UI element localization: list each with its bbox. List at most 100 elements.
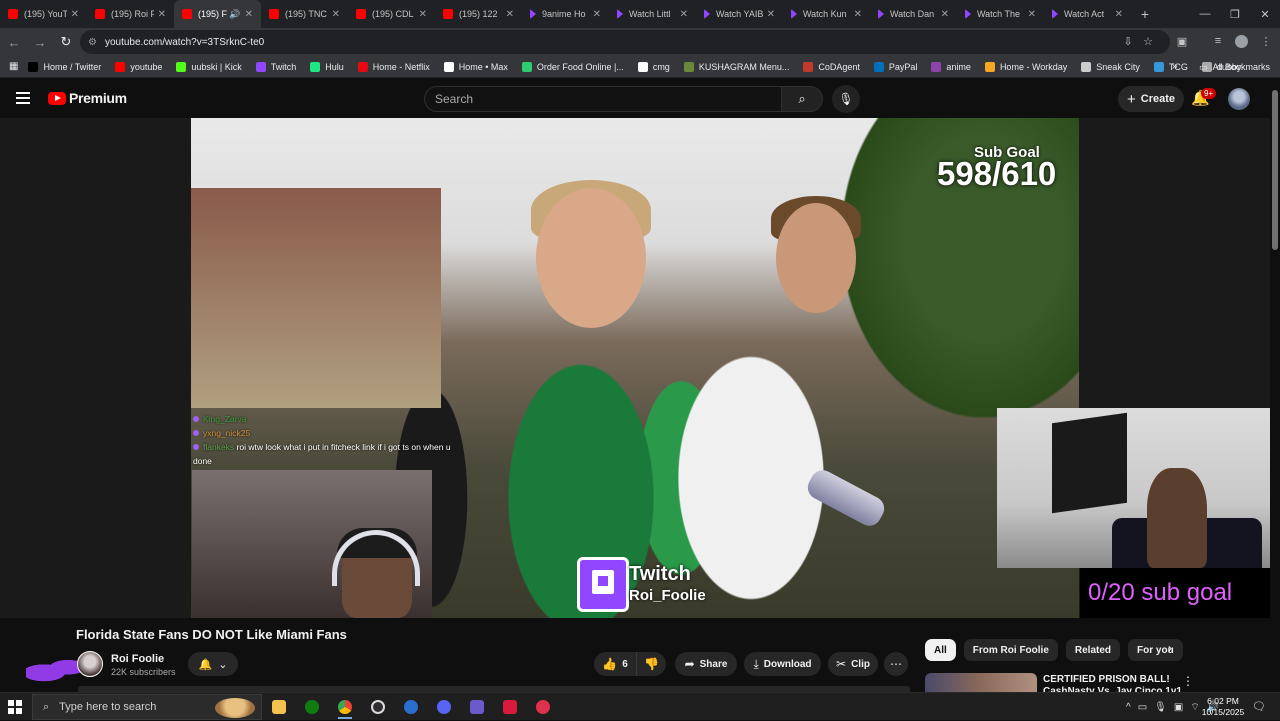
share-button[interactable]: ➦ Share	[675, 652, 737, 676]
channel-name[interactable]: Roi Foolie	[111, 653, 164, 665]
notification-center-icon[interactable]: 🗨	[1252, 700, 1266, 713]
reload-icon[interactable]: ↻	[54, 30, 78, 54]
windows-start-icon[interactable]	[8, 700, 22, 714]
browser-tab[interactable]: Watch Littl ✕	[609, 0, 696, 28]
browser-tab[interactable]: (195) Roi Foolie ✕	[87, 0, 174, 28]
app-red-icon[interactable]	[497, 695, 523, 719]
recommendation-title[interactable]: CERTIFIED PRISON BALL! CashNasty Vs. Jay…	[1043, 674, 1183, 694]
bookmark-item[interactable]: uubski | Kick	[176, 61, 242, 72]
site-info-icon[interactable]: ⚙	[88, 37, 97, 48]
close-tab-icon[interactable]: ✕	[680, 9, 688, 20]
taskbar-search-input[interactable]: ⌕ Type here to search	[32, 694, 262, 720]
chip-from-channel[interactable]: From Roi Foolie	[963, 639, 1058, 661]
bookmark-item[interactable]: Home - Netflix	[357, 61, 430, 72]
network-icon[interactable]: ▭	[1138, 702, 1147, 713]
download-button[interactable]: ⤓ Download	[744, 652, 821, 676]
bookmark-item[interactable]: Home - Workday	[984, 61, 1067, 72]
bookmark-item[interactable]: youtube	[115, 61, 162, 72]
bookmark-star-icon[interactable]: ☆	[1137, 30, 1159, 52]
media-player-icon[interactable]	[530, 695, 556, 719]
create-button[interactable]: + Create	[1118, 86, 1184, 112]
chip-related[interactable]: Related	[1065, 639, 1121, 661]
close-tab-icon[interactable]: ✕	[245, 9, 253, 20]
notification-settings-button[interactable]: 🔔 ⌄	[188, 652, 238, 676]
close-tab-icon[interactable]: ✕	[941, 9, 949, 20]
channel-avatar[interactable]	[77, 651, 103, 677]
browser-tab[interactable]: (195) CDL ✕	[348, 0, 435, 28]
more-bookmarks-icon[interactable]: »	[1172, 61, 1178, 72]
wifi-icon[interactable]: ⌔	[1190, 701, 1199, 714]
install-app-icon[interactable]: ⇩	[1117, 30, 1139, 52]
bookmark-item[interactable]: Order Food Online |...	[521, 61, 624, 72]
browser-tab[interactable]: Watch Dan ✕	[870, 0, 957, 28]
guide-menu-icon[interactable]	[16, 92, 30, 104]
more-vertical-icon[interactable]: ⋮	[1182, 674, 1194, 688]
discord-icon[interactable]	[431, 695, 457, 719]
bookmark-item[interactable]: KUSHAGRAM Menu...	[683, 61, 789, 72]
browser-tab[interactable]: 9anime Ho ✕	[522, 0, 609, 28]
bookmark-item[interactable]: Hulu	[310, 61, 344, 72]
voice-search-button[interactable]: 🎙	[832, 85, 860, 113]
chrome-menu-icon[interactable]: ⋮	[1255, 30, 1277, 52]
minimize-icon[interactable]: —	[1190, 0, 1220, 28]
obs-icon[interactable]	[365, 695, 391, 719]
restore-icon[interactable]: ❐	[1220, 0, 1250, 28]
page-scrollbar[interactable]	[1270, 80, 1280, 688]
browser-tab[interactable]: Watch Kun ✕	[783, 0, 870, 28]
close-tab-icon[interactable]: ✕	[419, 9, 427, 20]
youtube-logo-icon[interactable]	[48, 92, 66, 105]
account-avatar[interactable]	[1228, 88, 1250, 110]
close-tab-icon[interactable]: ✕	[1115, 9, 1123, 20]
forward-icon[interactable]: →	[28, 30, 52, 54]
chip-for-you[interactable]: For you	[1128, 639, 1183, 661]
bookmark-item[interactable]: cmg	[637, 61, 670, 72]
new-tab-icon[interactable]: +	[1131, 0, 1159, 28]
browser-tab[interactable]: Watch YAIB ✕	[696, 0, 783, 28]
tab-audio-icon[interactable]: 🔊	[229, 9, 240, 20]
recommendation-thumbnail[interactable]	[925, 673, 1037, 693]
back-icon[interactable]: ←	[2, 30, 26, 54]
microphone-icon[interactable]: 🎙	[1154, 702, 1167, 713]
close-tab-icon[interactable]: ✕	[332, 9, 340, 20]
close-tab-icon[interactable]: ✕	[1028, 9, 1036, 20]
browser-tab[interactable]: (195) YouTube ✕	[0, 0, 87, 28]
bookmark-item[interactable]: PayPal	[873, 61, 917, 72]
steam-icon[interactable]	[398, 695, 424, 719]
bookmark-item[interactable]: Twitch	[255, 61, 296, 72]
all-bookmarks[interactable]: ▭ All Bookmarks	[1199, 56, 1270, 78]
close-tab-icon[interactable]: ✕	[158, 9, 166, 20]
browser-tab[interactable]: (195) 122 ✕	[435, 0, 522, 28]
media-control-icon[interactable]: ≡	[1207, 30, 1229, 52]
browser-tab[interactable]: Watch Act ✕	[1044, 0, 1131, 28]
close-tab-icon[interactable]: ✕	[593, 9, 601, 20]
bookmark-item[interactable]: Sneak City	[1081, 61, 1140, 72]
chevron-right-icon[interactable]: ›	[1168, 641, 1172, 655]
bookmark-item[interactable]: TCG	[1153, 61, 1188, 72]
search-button[interactable]: ⌕	[781, 86, 823, 112]
like-button[interactable]: 👍 6	[594, 652, 636, 676]
scrollbar-thumb[interactable]	[1272, 90, 1278, 250]
close-tab-icon[interactable]: ✕	[854, 9, 862, 20]
chrome-icon[interactable]	[332, 695, 358, 719]
bookmark-item[interactable]: anime	[931, 61, 971, 72]
browser-tab[interactable]: (195) TNC ✕	[261, 0, 348, 28]
search-input[interactable]: Search	[424, 86, 782, 112]
gamepad-icon[interactable]	[464, 695, 490, 719]
address-bar[interactable]: ⚙ youtube.com/watch?v=3TSrknC-te0	[80, 30, 1170, 54]
sidepanel-icon[interactable]: ▣	[1171, 30, 1193, 52]
file-explorer-icon[interactable]	[266, 695, 292, 719]
bookmark-item[interactable]: CoDAgent	[803, 61, 860, 72]
taskbar-clock[interactable]: 6:02 PM 10/15/2025	[1200, 696, 1246, 718]
xbox-icon[interactable]	[299, 695, 325, 719]
chevron-up-icon[interactable]: ^	[1126, 702, 1131, 713]
chip-all[interactable]: All	[925, 639, 956, 661]
youtube-brand[interactable]: Premium	[69, 90, 127, 106]
browser-tab[interactable]: (195) Flo🔊 ✕	[174, 0, 261, 28]
close-tab-icon[interactable]: ✕	[767, 9, 775, 20]
close-tab-icon[interactable]: ✕	[506, 9, 514, 20]
browser-tab[interactable]: Watch The ✕	[957, 0, 1044, 28]
profile-icon[interactable]	[1230, 30, 1252, 52]
tray-app-icon[interactable]: ▣	[1174, 702, 1183, 713]
apps-grid-icon[interactable]: ▦	[9, 61, 18, 72]
close-tab-icon[interactable]: ✕	[71, 9, 79, 20]
